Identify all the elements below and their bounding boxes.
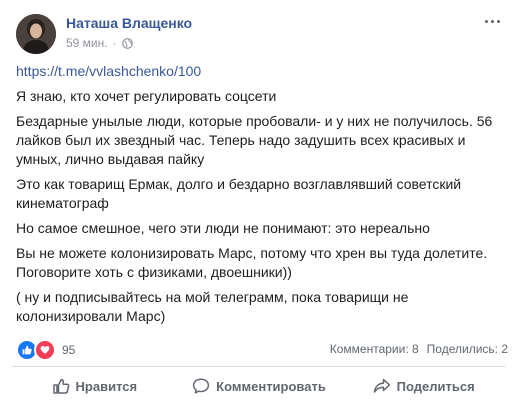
post-paragraph: ( ну и подписывайтесь на мой телеграмм, … bbox=[16, 289, 409, 324]
post-stats: Комментарии: 8 Поделились: 2 bbox=[330, 342, 508, 356]
share-button-label: Поделиться bbox=[396, 378, 475, 394]
avatar[interactable] bbox=[16, 14, 56, 54]
post-paragraph: Я знаю, кто хочет регулировать соцсети bbox=[16, 88, 277, 104]
post-paragraph: Но самое смешное, чего эти люди не поним… bbox=[16, 220, 430, 236]
post-meta: 59 мин. · bbox=[66, 36, 133, 50]
post-paragraph: Вы не можете колонизировать Марс, потому… bbox=[16, 245, 488, 280]
like-button[interactable]: Нравится bbox=[12, 367, 177, 405]
reactions-summary[interactable]: 95 bbox=[16, 339, 75, 361]
more-options-icon[interactable] bbox=[480, 13, 504, 29]
facebook-post: Наташа Влащенко 59 мин. · https://t.me/v… bbox=[0, 0, 518, 412]
share-button[interactable]: Поделиться bbox=[341, 367, 506, 405]
post-paragraph: Бездарные унылые люди, которые пробовали… bbox=[16, 113, 493, 167]
post-paragraph: Это как товарищ Ермак, долго и бездарно … bbox=[16, 176, 462, 211]
author-name[interactable]: Наташа Влащенко bbox=[66, 15, 192, 31]
comments-count-link[interactable]: Комментарии: 8 bbox=[330, 342, 419, 356]
globe-icon[interactable] bbox=[121, 37, 133, 49]
love-icon bbox=[34, 339, 56, 361]
comment-button-label: Комментировать bbox=[216, 378, 326, 394]
comment-button[interactable]: Комментировать bbox=[177, 367, 342, 405]
post-link[interactable]: https://t.me/vvlashchenko/100 bbox=[16, 62, 508, 81]
comment-icon bbox=[192, 377, 210, 395]
post-timestamp[interactable]: 59 мин. bbox=[66, 36, 108, 50]
shares-count-link[interactable]: Поделились: 2 bbox=[427, 342, 508, 356]
post-body: https://t.me/vvlashchenko/100 Я знаю, кт… bbox=[16, 62, 508, 332]
reaction-count[interactable]: 95 bbox=[62, 343, 75, 357]
like-button-label: Нравится bbox=[75, 378, 138, 394]
action-bar: Нравится Комментировать Поделиться bbox=[12, 367, 506, 405]
thumbs-up-icon bbox=[52, 377, 70, 395]
share-icon bbox=[373, 377, 391, 395]
meta-separator: · bbox=[112, 36, 117, 50]
